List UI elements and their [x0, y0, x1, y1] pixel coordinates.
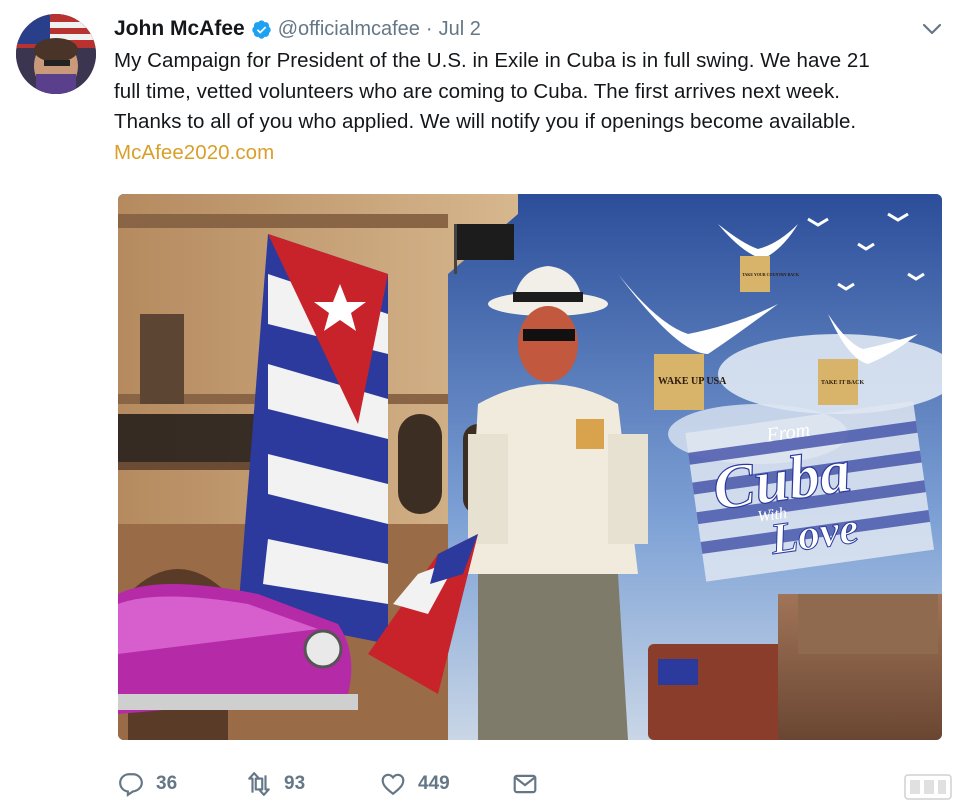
reply-icon: [119, 773, 143, 797]
direct-message-button[interactable]: [512, 768, 538, 800]
heart-icon: [381, 773, 405, 796]
banner-text-take-it-back: TAKE IT BACK: [821, 380, 864, 386]
tweet-text: My Campaign for President of the U.S. in…: [114, 46, 954, 168]
author-display-name[interactable]: John McAfee: [114, 17, 245, 41]
retweet-icon: [248, 772, 270, 796]
retweet-button[interactable]: 93: [246, 768, 305, 800]
chevron-down-icon[interactable]: [922, 22, 942, 36]
tweet-date[interactable]: Jul 2: [439, 18, 481, 41]
header-separator: ·: [425, 17, 433, 40]
like-button[interactable]: 449: [380, 768, 450, 800]
tweet-text-line: My Campaign for President of the U.S. in…: [114, 49, 870, 72]
tweet-header: John McAfee @officialmcafee · Jul 2: [114, 14, 481, 44]
tweet-text-line: full time, vetted volunteers who are com…: [114, 79, 841, 103]
banner-text-wakeup: WAKE UP USA: [658, 376, 727, 387]
envelope-icon: [513, 774, 537, 794]
watermark-logo: [904, 774, 952, 800]
verified-badge-icon: [251, 19, 271, 39]
like-count: 449: [418, 773, 450, 794]
tweet-actions: 36 93 449: [114, 768, 674, 800]
tweet-media-image[interactable]: From Cuba With Love WAKE UP USA TAKE YOU…: [118, 194, 942, 740]
author-avatar[interactable]: [16, 14, 96, 94]
tweet-text-line: Thanks to all of you who applied. We wil…: [114, 110, 857, 133]
reply-count: 36: [156, 773, 178, 794]
tweet-link[interactable]: McAfee2020.com: [114, 138, 954, 169]
author-handle[interactable]: @officialmcafee: [278, 18, 420, 41]
banner-text-take-country: TAKE YOUR COUNTRY BACK: [742, 272, 800, 277]
tweet-card[interactable]: John McAfee @officialmcafee · Jul 2 My C…: [0, 0, 960, 806]
retweet-count: 93: [284, 773, 306, 794]
reply-button[interactable]: 36: [118, 768, 177, 800]
